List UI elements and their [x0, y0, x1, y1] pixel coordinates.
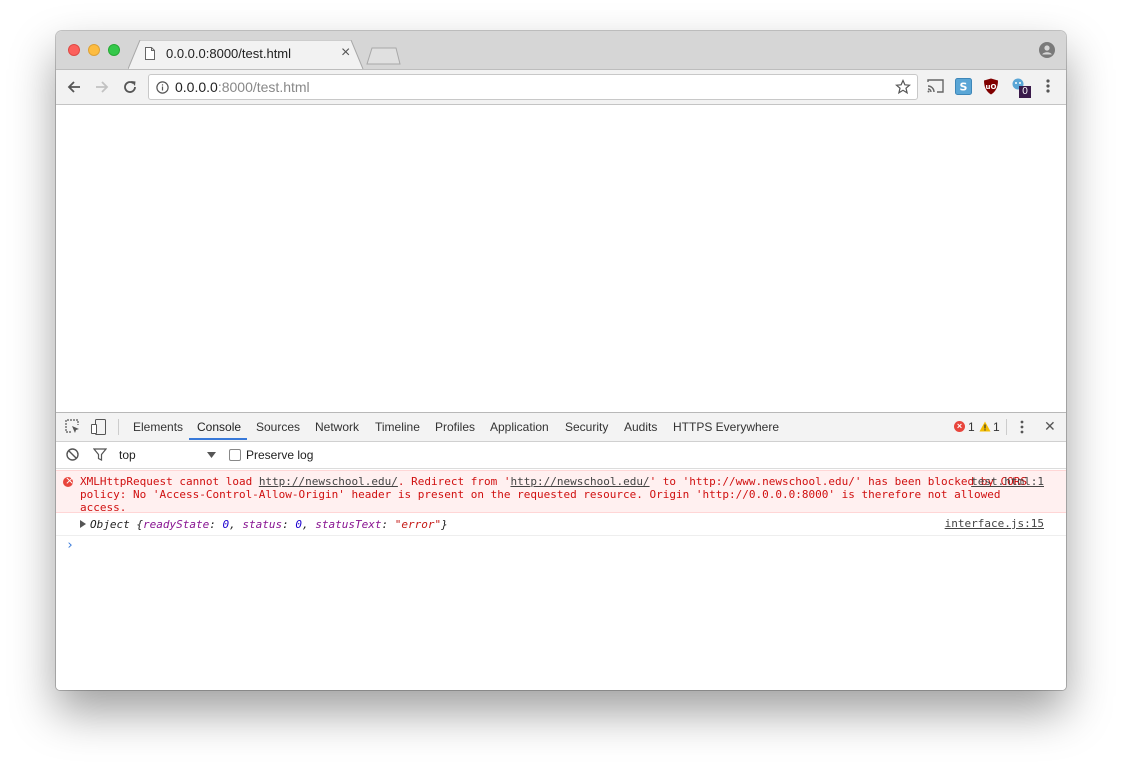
warning-count[interactable]: 1: [993, 420, 1000, 434]
browser-menu-icon[interactable]: [1045, 78, 1051, 94]
profile-icon[interactable]: [1039, 42, 1055, 58]
ublock-shield-icon[interactable]: uO: [983, 78, 999, 95]
error-text: XMLHttpRequest cannot load http://newsch…: [80, 475, 1040, 514]
address-bar[interactable]: 0.0.0.0:8000/test.html: [148, 74, 918, 100]
object-prefix: Object {: [90, 518, 143, 531]
title-bar: 0.0.0.0:8000/test.html ×: [56, 31, 1066, 70]
svg-text:uO: uO: [986, 83, 997, 91]
object-value: 0: [222, 518, 230, 531]
browser-window: 0.0.0.0:8000/test.html × 0.0.0.0:8000/te…: [56, 31, 1066, 690]
tab-security[interactable]: Security: [565, 420, 608, 434]
preserve-log-label[interactable]: Preserve log: [246, 448, 313, 462]
expand-triangle-icon[interactable]: [80, 520, 86, 528]
object-value: 0: [295, 518, 302, 531]
error-count[interactable]: 1: [968, 420, 975, 434]
console-error-message: XMLHttpRequest cannot load http://newsch…: [56, 470, 1066, 514]
tab-close-button[interactable]: ×: [341, 44, 350, 62]
tab-title: 0.0.0.0:8000/test.html: [166, 46, 292, 61]
error-source-link[interactable]: test.html:1: [971, 475, 1044, 488]
error-text-part: XMLHttpRequest cannot load: [80, 475, 259, 488]
object-preview[interactable]: Object {readyState: 0, status: 0, status…: [90, 518, 448, 531]
back-arrow-icon[interactable]: [66, 79, 82, 95]
tab-sources[interactable]: Sources: [256, 420, 300, 434]
devtools-panel: Elements Console Sources Network Timelin…: [56, 412, 1066, 690]
cast-icon[interactable]: [927, 78, 944, 94]
info-icon[interactable]: [156, 81, 169, 94]
console-log-message: Object {readyState: 0, status: 0, status…: [56, 514, 1066, 536]
window-maximize-button[interactable]: [108, 44, 120, 56]
devtools-tab-bar: Elements Console Sources Network Timelin…: [56, 413, 1066, 442]
url-text[interactable]: 0.0.0.0:8000/test.html: [175, 79, 310, 95]
device-toolbar-icon[interactable]: [91, 419, 106, 435]
browser-toolbar: 0.0.0.0:8000/test.html S uO 0: [56, 69, 1066, 105]
devtools-close-button[interactable]: ✕: [1044, 418, 1056, 435]
console-filter-bar: top Preserve log: [56, 442, 1066, 469]
inspect-element-icon[interactable]: [65, 419, 80, 434]
tab-application[interactable]: Application: [490, 420, 549, 434]
log-source-link[interactable]: interface.js:15: [945, 517, 1044, 530]
tab-elements[interactable]: Elements: [133, 420, 183, 434]
devtools-menu-icon[interactable]: [1019, 420, 1025, 434]
svg-text:S: S: [960, 81, 968, 94]
object-key: readyState: [142, 518, 210, 531]
toolbar-separator: [118, 419, 119, 435]
active-tab-indicator: [189, 438, 247, 440]
error-text-part: . Redirect from ': [397, 475, 511, 488]
object-value: "error": [394, 518, 442, 531]
bookmark-star-icon[interactable]: [895, 79, 911, 95]
console-prompt[interactable]: ›: [66, 538, 74, 553]
tab-timeline[interactable]: Timeline: [375, 420, 420, 434]
warning-count-icon[interactable]: [979, 421, 991, 432]
window-minimize-button[interactable]: [88, 44, 100, 56]
filter-icon[interactable]: [93, 448, 107, 461]
new-tab-button[interactable]: [366, 47, 402, 65]
tab-https-everywhere[interactable]: HTTPS Everywhere: [673, 420, 779, 434]
context-dropdown-arrow-icon[interactable]: [207, 452, 216, 458]
tab-audits[interactable]: Audits: [624, 420, 657, 434]
error-link[interactable]: http://newschool.edu/: [259, 475, 398, 488]
object-key: statusText: [315, 518, 382, 531]
forward-arrow-icon[interactable]: [94, 79, 110, 95]
url-host: 0.0.0.0: [175, 79, 218, 95]
page-icon: [145, 47, 155, 60]
toolbar-separator: [1006, 419, 1007, 435]
extension-badge: 0: [1019, 86, 1031, 98]
window-close-button[interactable]: [68, 44, 80, 56]
error-count-icon[interactable]: ×: [954, 421, 965, 432]
context-selector[interactable]: top: [119, 448, 136, 462]
url-path: :8000/test.html: [217, 79, 310, 95]
extension-s-icon[interactable]: S: [955, 78, 972, 95]
error-link[interactable]: http://newschool.edu/: [510, 475, 649, 488]
tab-console[interactable]: Console: [197, 420, 241, 434]
preserve-log-checkbox[interactable]: [229, 449, 241, 461]
object-suffix: }: [441, 518, 448, 531]
page-viewport: [56, 105, 1066, 412]
clear-console-icon[interactable]: [66, 448, 79, 461]
tab-profiles[interactable]: Profiles: [435, 420, 475, 434]
tab-network[interactable]: Network: [315, 420, 359, 434]
object-key: status: [242, 518, 283, 531]
error-icon: [63, 474, 74, 487]
reload-icon[interactable]: [122, 79, 138, 95]
